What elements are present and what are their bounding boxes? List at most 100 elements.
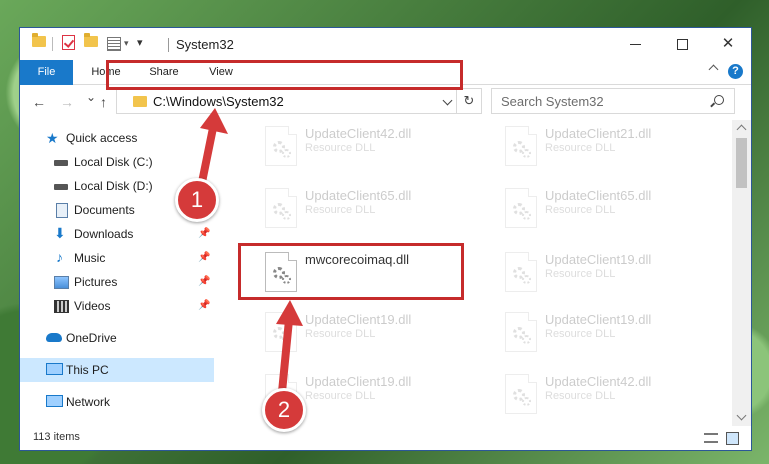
star-icon: ★ — [46, 130, 59, 146]
sidebar-item-label: Videos — [74, 299, 111, 313]
expand-ribbon-icon[interactable] — [708, 64, 719, 75]
gear-icon — [522, 149, 531, 158]
file-name: UpdateClient65.dll — [305, 188, 412, 203]
network-icon — [46, 395, 63, 407]
pin-icon[interactable]: 📌 — [198, 276, 210, 287]
customize-toolbar-icon[interactable] — [107, 37, 121, 51]
file-name: UpdateClient42.dll — [305, 126, 412, 141]
scroll-up-icon[interactable] — [736, 124, 747, 135]
list-item[interactable]: UpdateClient21.dll Resource DLL — [497, 124, 717, 166]
minimize-button[interactable] — [613, 28, 659, 60]
scrollbar-thumb[interactable] — [736, 138, 747, 188]
dll-file-icon — [265, 188, 297, 228]
dll-file-icon — [265, 312, 297, 352]
sidebar-item-pictures[interactable]: Pictures 📌 — [20, 270, 214, 294]
list-item[interactable]: UpdateClient19.dll Resource DLL — [497, 250, 717, 292]
dll-file-icon — [505, 374, 537, 414]
sidebar-item-music[interactable]: ♪ Music 📌 — [20, 246, 214, 270]
pictures-icon — [54, 276, 69, 289]
sidebar-item-label: Local Disk (C:) — [74, 155, 153, 169]
callout-1: 1 — [175, 178, 219, 222]
new-folder-icon[interactable] — [84, 33, 98, 47]
folder-icon — [133, 96, 147, 107]
file-name: UpdateClient19.dll — [305, 374, 412, 389]
dll-file-icon — [265, 126, 297, 166]
file-description: Resource DLL — [305, 142, 376, 154]
file-name: UpdateClient65.dll — [545, 188, 652, 203]
search-placeholder: Search System32 — [501, 94, 604, 109]
sidebar-item-label: This PC — [66, 363, 109, 377]
sidebar-item-downloads[interactable]: ⬇ Downloads 📌 — [20, 222, 214, 246]
file-description: Resource DLL — [545, 328, 616, 340]
dll-file-icon — [505, 126, 537, 166]
scroll-down-icon[interactable] — [736, 410, 747, 421]
title-separator — [168, 38, 169, 52]
sidebar-item-this-pc[interactable]: This PC — [20, 358, 214, 382]
item-count: 113 items — [33, 431, 80, 443]
sidebar-item-network[interactable]: Network — [20, 390, 214, 414]
list-item[interactable]: UpdateClient19.dll Resource DLL — [497, 310, 717, 352]
pin-icon[interactable]: 📌 — [198, 252, 210, 263]
large-icons-view-icon[interactable] — [726, 432, 739, 445]
list-item[interactable]: UpdateClient19.dll Resource DLL — [257, 310, 477, 352]
sidebar-item-label: Downloads — [74, 227, 134, 241]
gear-icon — [282, 211, 291, 220]
properties-icon[interactable] — [62, 35, 75, 50]
navigation-pane: ★ Quick access Local Disk (C:) Local Dis… — [20, 120, 214, 420]
search-icon[interactable] — [714, 95, 724, 105]
file-description: Resource DLL — [545, 142, 616, 154]
back-button[interactable]: ← — [32, 94, 46, 110]
sidebar-item-label: Documents — [74, 203, 135, 217]
sidebar-item-videos[interactable]: Videos 📌 — [20, 294, 214, 318]
chevron-down-icon[interactable] — [442, 95, 453, 106]
sidebar-item-label: Music — [74, 251, 106, 265]
music-icon: ♪ — [56, 249, 63, 265]
documents-icon — [56, 203, 68, 218]
drive-icon — [54, 160, 68, 166]
folder-icon — [32, 33, 46, 47]
cloud-icon — [46, 333, 62, 342]
file-description: Resource DLL — [545, 268, 616, 280]
address-path[interactable]: C:\Windows\System32 — [153, 94, 284, 109]
gear-icon — [282, 149, 291, 158]
sidebar-item-onedrive[interactable]: OneDrive — [20, 326, 214, 350]
forward-button[interactable]: → — [60, 94, 74, 110]
address-bar[interactable]: C:\Windows\System32 ↻ — [116, 88, 482, 114]
dll-file-icon — [505, 312, 537, 352]
title-bar: ▾ ▾ System32 ✕ — [20, 28, 751, 60]
vertical-scrollbar[interactable] — [732, 120, 751, 426]
dll-file-icon — [505, 252, 537, 292]
details-view-icon[interactable] — [704, 433, 718, 443]
file-name: UpdateClient19.dll — [545, 252, 652, 267]
toolbar-dropdown-icon[interactable]: ▾ — [124, 38, 129, 49]
window-title: System32 — [176, 37, 234, 52]
divider — [52, 37, 53, 51]
refresh-button[interactable]: ↻ — [456, 89, 481, 113]
file-name: UpdateClient19.dll — [545, 312, 652, 327]
sidebar-item-quick-access[interactable]: ★ Quick access — [20, 126, 214, 150]
sidebar-item-local-disk-c[interactable]: Local Disk (C:) — [20, 150, 214, 174]
status-bar: 113 items — [20, 426, 751, 450]
up-button[interactable]: ↑ — [100, 94, 107, 110]
search-input[interactable]: Search System32 — [491, 88, 735, 114]
file-name: UpdateClient19.dll — [305, 312, 412, 327]
close-button[interactable]: ✕ — [705, 28, 751, 60]
drive-icon — [54, 184, 68, 190]
file-description: Resource DLL — [305, 204, 376, 216]
list-item[interactable]: UpdateClient65.dll Resource DLL — [497, 186, 717, 228]
file-description: Resource DLL — [305, 390, 376, 402]
file-description: Resource DLL — [545, 390, 616, 402]
list-item[interactable]: UpdateClient42.dll Resource DLL — [497, 372, 717, 414]
pin-icon[interactable]: 📌 — [198, 300, 210, 311]
maximize-button[interactable] — [659, 28, 705, 60]
recent-locations-button[interactable]: ⌄ — [86, 90, 96, 104]
help-button[interactable]: ? — [728, 64, 743, 79]
download-icon: ⬇ — [54, 225, 66, 241]
list-item[interactable]: UpdateClient42.dll Resource DLL — [257, 124, 477, 166]
dll-file-icon — [505, 188, 537, 228]
pin-icon[interactable]: 📌 — [198, 228, 210, 239]
address-bar-highlight — [106, 60, 463, 90]
quick-access-menu-icon[interactable]: ▾ — [137, 36, 143, 49]
list-item[interactable]: UpdateClient65.dll Resource DLL — [257, 186, 477, 228]
gear-icon — [282, 335, 291, 344]
